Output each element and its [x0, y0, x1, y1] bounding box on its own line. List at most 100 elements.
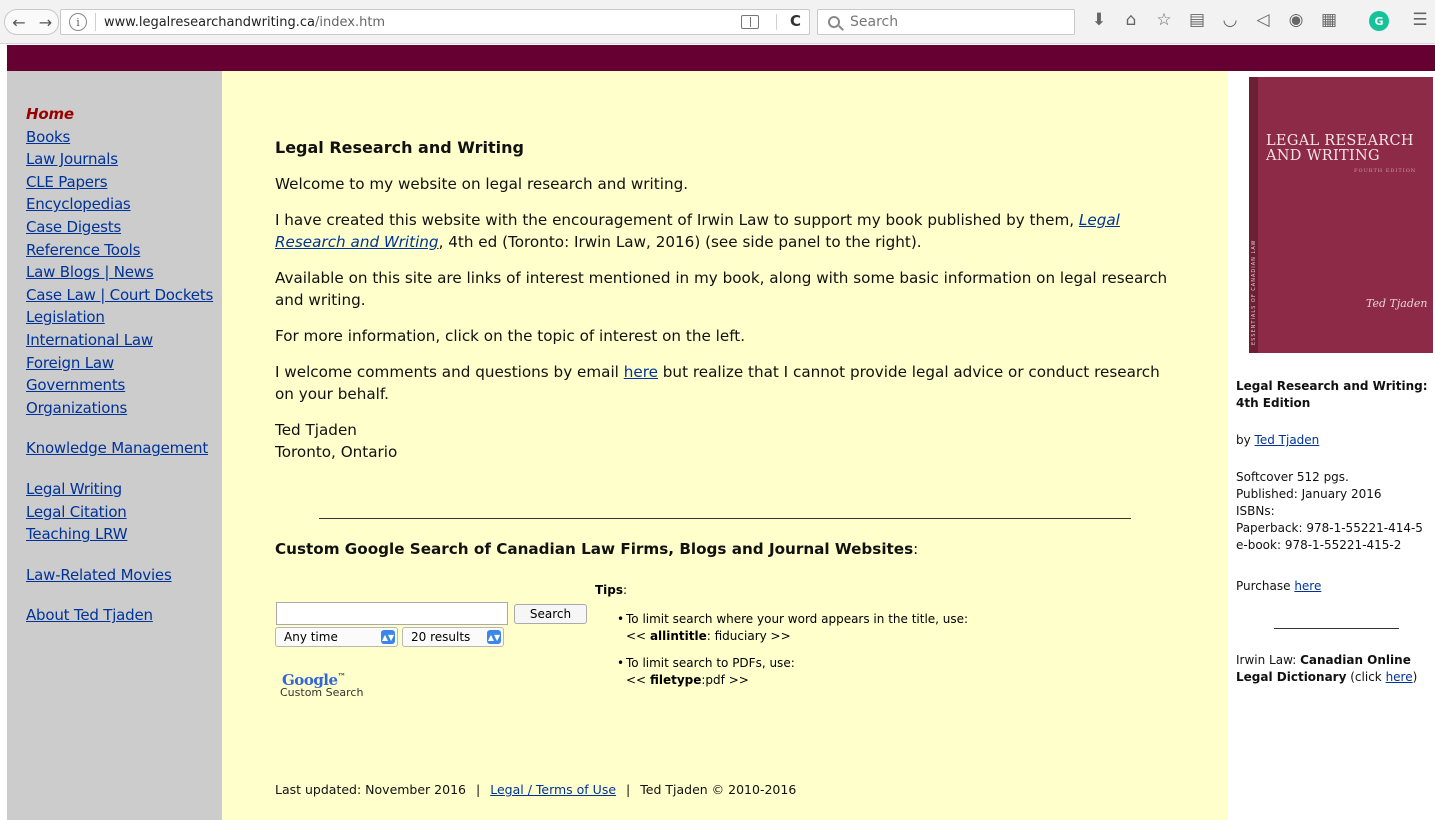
search-tips-list: To limit search where your word appears …: [617, 611, 968, 699]
sidebar-item-legal-citation[interactable]: Legal Citation: [26, 501, 222, 524]
send-icon[interactable]: ◁: [1252, 10, 1274, 30]
dictionary-link[interactable]: here: [1386, 670, 1413, 684]
book-cover-image[interactable]: ESSENTIALS OF CANADIAN LAW LEGAL RESEARC…: [1249, 77, 1433, 353]
qr-code-icon[interactable]: ▦: [1318, 10, 1340, 30]
signature-name: Ted Tjaden: [275, 421, 357, 439]
book-title: Legal Research and Writing: 4th Edition: [1236, 378, 1435, 412]
forward-button[interactable]: →: [33, 9, 59, 35]
url-bar[interactable]: i www.legalresearchandwriting.ca/index.h…: [60, 9, 810, 35]
sidebar-item-international-law[interactable]: International Law: [26, 329, 222, 352]
author-link[interactable]: Ted Tjaden: [1255, 433, 1320, 447]
dictionary-close-paren: ): [1412, 670, 1418, 684]
book-isbns-label: ISBNs:: [1236, 504, 1275, 518]
reading-list-icon[interactable]: ▤: [1186, 10, 1208, 30]
menu-icon[interactable]: ☰: [1409, 10, 1431, 30]
section-divider: [319, 518, 1131, 519]
custom-search-title-text: Custom Google Search of Canadian Law Fir…: [275, 540, 914, 558]
sidebar-item-legal-writing[interactable]: Legal Writing: [26, 478, 222, 501]
custom-search-input[interactable]: [276, 602, 508, 625]
custom-search-title-colon: :: [913, 540, 919, 558]
sidebar-item-knowledge-management[interactable]: Knowledge Management: [26, 437, 222, 460]
tip-operator: filetype: [649, 673, 702, 687]
sidebar-item-legislation[interactable]: Legislation: [26, 306, 222, 329]
sidebar-item-law-related-movies[interactable]: Law-Related Movies: [26, 564, 222, 587]
grammarly-icon[interactable]: G: [1369, 11, 1389, 31]
sidebar-item-law-blogs-news[interactable]: Law Blogs | News: [26, 261, 222, 284]
page-title: Legal Research and Writing: [275, 138, 524, 157]
legal-terms-link[interactable]: Legal / Terms of Use: [490, 782, 616, 797]
sidebar-item-cle-papers[interactable]: CLE Papers: [26, 171, 222, 194]
url-text[interactable]: www.legalresearchandwriting.ca/index.htm: [104, 15, 385, 30]
copyright-text: Ted Tjaden © 2010-2016: [640, 782, 797, 797]
sidebar-item-encyclopedias[interactable]: Encyclopedias: [26, 193, 222, 216]
tip-filetype-text: To limit search to PDFs, use:: [626, 656, 795, 670]
book-isbn-paperback: Paperback: 978-1-55221-414-5: [1236, 521, 1423, 535]
browser-toolbar: ← → i www.legalresearchandwriting.ca/ind…: [0, 0, 1435, 44]
url-path: /index.htm: [315, 14, 386, 30]
tips-label-colon: :: [623, 583, 628, 597]
search-placeholder: Search: [850, 14, 899, 30]
tips-label: Tips:: [595, 583, 627, 597]
book-isbn-ebook: e-book: 978-1-55221-415-2: [1236, 538, 1402, 552]
results-count-value: 20 results: [411, 630, 471, 644]
book-softcover: Softcover 512 pgs.: [1236, 470, 1349, 484]
sidebar-item-case-digests[interactable]: Case Digests: [26, 216, 222, 239]
download-icon[interactable]: ⬇: [1088, 10, 1110, 30]
pocket-icon[interactable]: ◡: [1219, 10, 1241, 30]
book-intro-after: , 4th ed (Toronto: Irwin Law, 2016) (see…: [438, 233, 922, 251]
dictionary-click-text: (click: [1346, 670, 1386, 684]
bookmark-star-icon[interactable]: ☆: [1153, 10, 1175, 30]
book-cover-title: LEGAL RESEARCH AND WRITING: [1266, 133, 1414, 164]
dictionary-line: Irwin Law: Canadian Online Legal Diction…: [1236, 652, 1435, 686]
sidebar-item-books[interactable]: Books: [26, 126, 222, 149]
welcome-text: Welcome to my website on legal research …: [275, 175, 689, 193]
site-info-icon[interactable]: i: [69, 13, 87, 31]
tip-item: To limit search where your word appears …: [617, 611, 968, 645]
footer-separator: |: [476, 782, 481, 797]
sidebar-nav: Home Books Law Journals CLE Papers Encyc…: [7, 71, 222, 820]
reader-view-icon[interactable]: [741, 15, 759, 29]
google-tm: ™: [337, 671, 346, 681]
forward-arrow-icon: →: [38, 12, 53, 32]
search-icon: [828, 16, 840, 28]
custom-search-button[interactable]: Search: [514, 604, 587, 624]
book-cover-spine-text: ESSENTIALS OF CANADIAN LAW: [1251, 239, 1257, 345]
sidebar-item-reference-tools[interactable]: Reference Tools: [26, 239, 222, 262]
tip-example-suffix: :pdf >>: [701, 673, 749, 687]
book-intro-text: I have created this website with the enc…: [275, 209, 1175, 253]
results-count-select[interactable]: 20 results ▲▼: [402, 627, 504, 647]
sidebar-item-foreign-law[interactable]: Foreign Law: [26, 352, 222, 375]
sidebar-item-home[interactable]: Home: [26, 103, 222, 126]
sidebar-item-governments[interactable]: Governments: [26, 374, 222, 397]
custom-search-caption: Custom Search: [280, 686, 364, 699]
book-side-panel: ESSENTIALS OF CANADIAN LAW LEGAL RESEARC…: [1228, 71, 1435, 820]
history-icon[interactable]: ◉: [1285, 10, 1307, 30]
sidebar-item-organizations[interactable]: Organizations: [26, 397, 222, 420]
purchase-text: Purchase: [1236, 579, 1295, 593]
book-author-line: by Ted Tjaden: [1236, 432, 1435, 449]
sidebar-item-about-ted-tjaden[interactable]: About Ted Tjaden: [26, 604, 222, 627]
reload-icon[interactable]: C: [790, 12, 801, 30]
home-icon[interactable]: ⌂: [1120, 10, 1142, 30]
dictionary-publisher: Irwin Law:: [1236, 653, 1301, 667]
page-footer: Last updated: November 2016 | Legal / Term…: [275, 782, 796, 797]
back-button[interactable]: ←: [4, 9, 34, 35]
site-banner: [7, 45, 1435, 71]
time-range-select[interactable]: Any time ▲▼: [275, 627, 398, 647]
book-title-text: Legal Research and Writing: 4th Edition: [1236, 379, 1428, 410]
tip-operator: allintitle: [649, 629, 707, 643]
email-link[interactable]: here: [624, 363, 658, 381]
purchase-link[interactable]: here: [1294, 579, 1321, 593]
book-by-text: by: [1236, 433, 1255, 447]
links-info-text: Available on this site are links of inte…: [275, 269, 1168, 309]
main-content: Legal Research and Writing Welcome to my…: [222, 71, 1228, 820]
browser-search-input[interactable]: Search: [817, 9, 1075, 35]
sidebar-item-law-journals[interactable]: Law Journals: [26, 148, 222, 171]
footer-separator: |: [626, 782, 631, 797]
sidebar-item-case-law-court-dockets[interactable]: Case Law | Court Dockets: [26, 284, 222, 307]
sidebar-item-teaching-lrw[interactable]: Teaching LRW: [26, 523, 222, 546]
